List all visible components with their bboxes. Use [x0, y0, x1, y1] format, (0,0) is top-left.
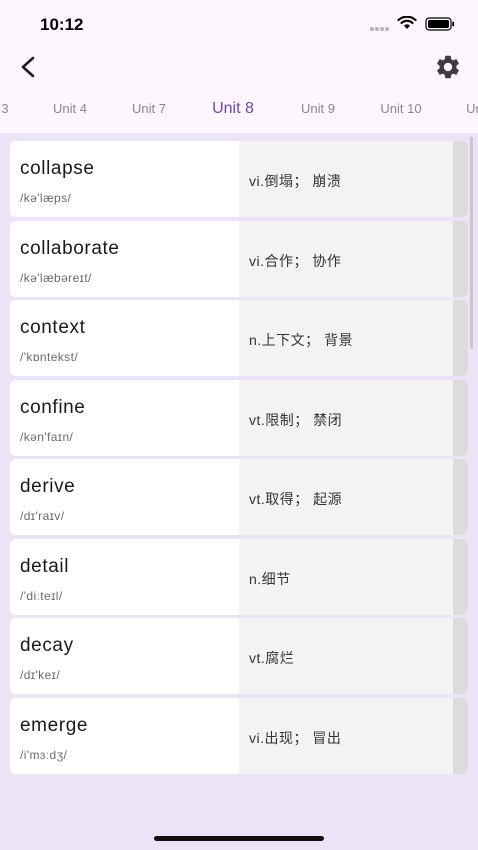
word-card[interactable]: detail /'diːteɪl/ n.细节 [10, 538, 468, 615]
settings-button[interactable] [434, 53, 462, 81]
word-cell: confine /kən'faɪn/ [10, 379, 239, 456]
card-edge [453, 141, 468, 217]
meaning-text: vi.合作； 协作 [249, 252, 342, 269]
meaning-text: vi.出现； 冒出 [249, 729, 342, 746]
meaning-text: vt.取得； 起源 [249, 491, 343, 507]
meaning-cell: vt.取得； 起源 [239, 459, 453, 535]
card-edge [453, 379, 468, 456]
card-edge [453, 697, 468, 774]
word-cell: emerge /i'mɜːdʒ/ [10, 697, 239, 774]
tab-unit-4[interactable]: Unit 4 [53, 92, 87, 126]
word-card[interactable]: derive /dɪ'raɪv/ vt.取得； 起源 [10, 459, 468, 535]
card-edge [453, 459, 468, 535]
list-scrollbar[interactable] [470, 137, 473, 349]
word-cell: detail /'diːteɪl/ [10, 538, 239, 615]
word-text: detail [20, 555, 70, 577]
phonetic-text: /dɪ'keɪ/ [20, 668, 61, 682]
word-card[interactable]: decay /dɪ'keɪ/ vt.腐烂 [10, 618, 468, 694]
tab-unit-8[interactable]: Unit 8 [212, 92, 254, 126]
word-text: decay [20, 635, 74, 656]
tab-unit-3[interactable]: 3 [1, 92, 8, 126]
chevron-left-icon [21, 56, 35, 78]
gear-icon [437, 55, 459, 79]
word-text: collaborate [20, 237, 120, 259]
word-cell: derive /dɪ'raɪv/ [10, 459, 239, 535]
word-text: collapse [20, 158, 95, 179]
card-edge [453, 220, 468, 297]
card-edge [453, 618, 468, 694]
word-card[interactable]: collaborate /kə'læbəreɪt/ vi.合作； 协作 [10, 220, 468, 297]
phonetic-text: /'kɒntekst/ [20, 350, 79, 364]
word-text: emerge [20, 714, 89, 736]
phonetic-text: /'diːteɪl/ [20, 588, 63, 603]
tab-unit-9[interactable]: Unit 9 [301, 92, 335, 126]
word-cell: collaborate /kə'læbəreɪt/ [10, 220, 239, 297]
word-card[interactable]: collapse /kə'læps/ vi.倒塌； 崩溃 [10, 141, 468, 217]
header: 10:12 3 Unit 4 Unit 7 Unit 8 Unit 9 Unit… [0, 0, 478, 133]
word-cell: context /'kɒntekst/ [10, 300, 239, 376]
word-cell: collapse /kə'læps/ [10, 141, 239, 217]
cellular-signal-icon [370, 27, 389, 31]
phonetic-text: /dɪ'raɪv/ [20, 509, 65, 523]
wifi-icon [397, 16, 417, 29]
phonetic-text: /kə'læbəreɪt/ [20, 270, 92, 285]
word-cell: decay /dɪ'keɪ/ [10, 618, 239, 694]
meaning-cell: vt.腐烂 [239, 618, 453, 694]
meaning-cell: vi.出现； 冒出 [239, 697, 453, 774]
phonetic-text: /kə'læps/ [20, 191, 72, 205]
meaning-text: vi.倒塌； 崩溃 [249, 173, 342, 189]
meaning-cell: n.上下文； 背景 [239, 300, 453, 376]
status-bar: 10:12 [0, 0, 478, 48]
meaning-cell: vt.限制； 禁闭 [239, 379, 453, 456]
unit-tabs: 3 Unit 4 Unit 7 Unit 8 Unit 9 Unit 10 Ur [0, 92, 478, 126]
tab-unit-10[interactable]: Unit 10 [380, 92, 421, 126]
meaning-text: n.上下文； 背景 [249, 332, 354, 348]
phonetic-text: /i'mɜːdʒ/ [20, 747, 68, 762]
meaning-cell: n.细节 [239, 538, 453, 615]
word-card[interactable]: confine /kən'faɪn/ vt.限制； 禁闭 [10, 379, 468, 456]
word-text: derive [20, 476, 76, 497]
card-edge [453, 538, 468, 615]
word-card[interactable]: context /'kɒntekst/ n.上下文； 背景 [10, 300, 468, 376]
word-text: confine [20, 396, 86, 418]
meaning-text: vt.限制； 禁闭 [249, 411, 343, 428]
meaning-text: vt.腐烂 [249, 650, 295, 666]
tab-unit-7[interactable]: Unit 7 [132, 92, 166, 126]
meaning-cell: vi.合作； 协作 [239, 220, 453, 297]
home-indicator[interactable] [154, 836, 324, 841]
meaning-cell: vi.倒塌； 崩溃 [239, 141, 453, 217]
phonetic-text: /kən'faɪn/ [20, 429, 74, 444]
card-edge [453, 300, 468, 376]
word-text: context [20, 317, 86, 338]
meaning-text: n.细节 [249, 570, 291, 587]
back-button[interactable] [14, 53, 42, 81]
word-card[interactable]: emerge /i'mɜːdʒ/ vi.出现； 冒出 [10, 697, 468, 774]
battery-icon [425, 17, 455, 31]
tab-unit-next[interactable]: Ur [466, 92, 478, 126]
status-time: 10:12 [40, 15, 84, 34]
